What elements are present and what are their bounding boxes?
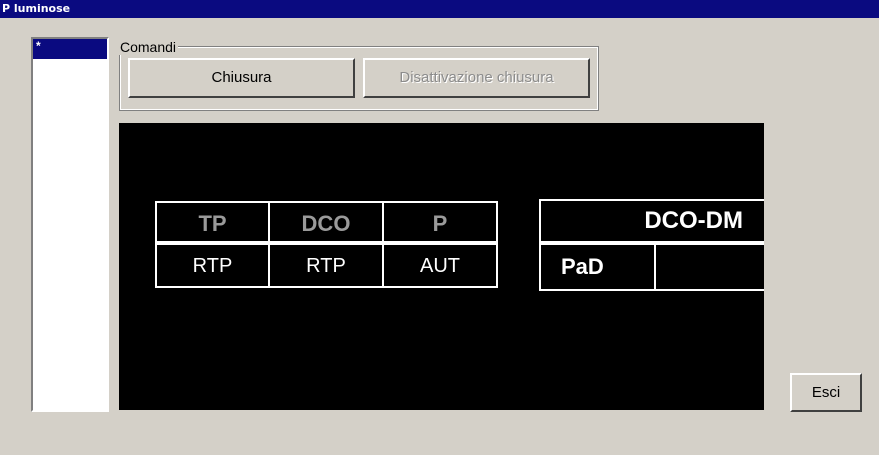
pad-label: PaD — [539, 243, 656, 291]
value-dco: RTP — [268, 243, 384, 288]
header-tp: TP — [155, 201, 270, 243]
header-dco: DCO — [268, 201, 384, 243]
value-p: AUT — [382, 243, 498, 288]
value-tp: RTP — [155, 243, 270, 288]
signal-display-panel: TP DCO P RTP RTP AUT DCO-DM PaD — [119, 123, 764, 410]
list-item[interactable]: * — [33, 39, 107, 59]
disable-close-button[interactable]: Disattivazione chiusura — [363, 58, 590, 98]
close-button[interactable]: Chiusura — [128, 58, 355, 98]
commands-legend: Comandi — [118, 39, 179, 55]
header-p: P — [382, 201, 498, 243]
item-list[interactable]: * — [31, 37, 109, 412]
pad-value — [654, 243, 764, 291]
window-title: P luminose — [0, 0, 879, 18]
dco-dm-label: DCO-DM — [539, 199, 764, 243]
exit-button[interactable]: Esci — [790, 373, 862, 412]
